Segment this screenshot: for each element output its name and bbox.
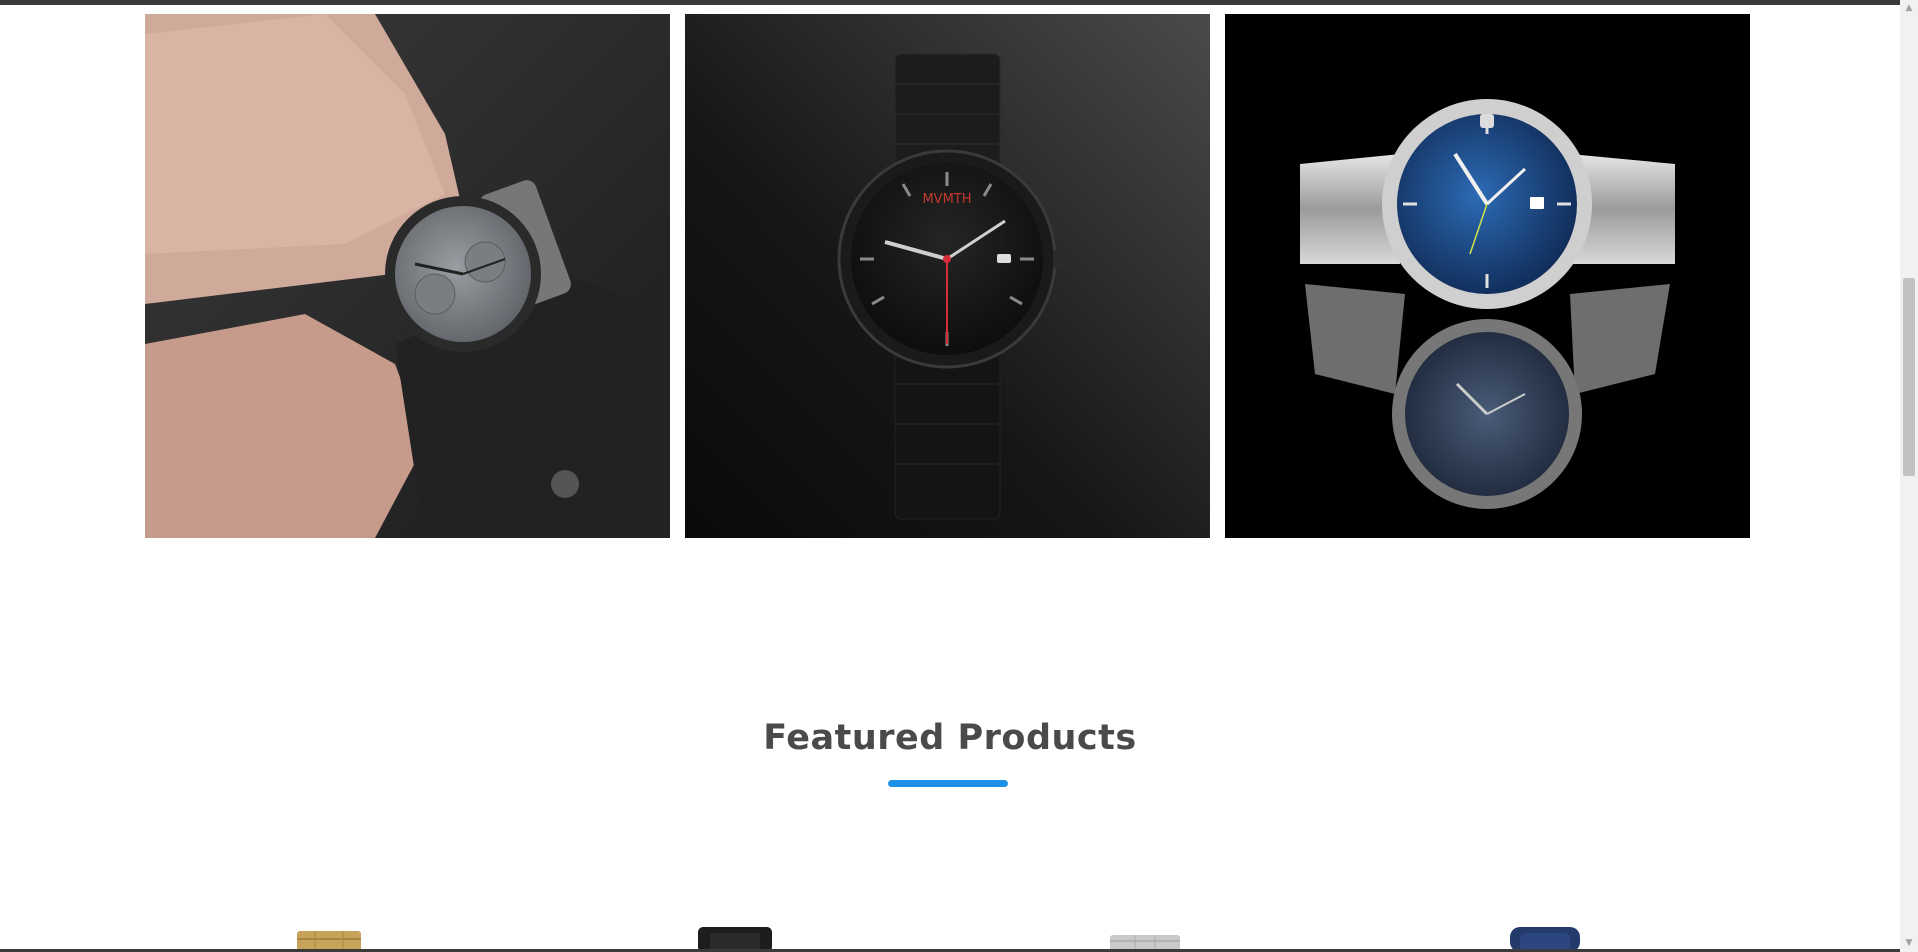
watch-brand-text: MVMTH (922, 192, 971, 207)
gallery-image-wrist-watch[interactable] (145, 14, 670, 538)
top-bar (0, 0, 1900, 5)
product-card-peek[interactable] (690, 925, 780, 952)
scroll-thumb[interactable] (1903, 278, 1915, 476)
product-card-peek[interactable] (1500, 925, 1590, 952)
page-scrollbar[interactable]: ▲ ▼ (1900, 0, 1918, 952)
featured-products-title: Featured Products (763, 718, 1137, 758)
gallery-image-black-watch[interactable]: MVMTH (685, 14, 1210, 538)
product-card-peek[interactable] (1100, 925, 1190, 952)
gold-watch-strap-icon (297, 931, 361, 952)
title-underline (888, 780, 1008, 787)
silver-steel-strap-icon (1110, 935, 1180, 952)
scroll-down-arrow-icon[interactable]: ▼ (1900, 935, 1918, 952)
gallery-image-silver-watch[interactable] (1225, 14, 1750, 538)
black-leather-strap-icon (698, 927, 772, 952)
scroll-up-arrow-icon[interactable]: ▲ (1900, 0, 1918, 17)
black-watch-icon: MVMTH (685, 14, 1210, 538)
watch-on-wrist-icon (145, 14, 670, 538)
navy-fabric-strap-icon (1510, 927, 1580, 952)
silver-blue-watch-icon (1225, 14, 1750, 538)
product-card-peek[interactable] (285, 925, 375, 952)
